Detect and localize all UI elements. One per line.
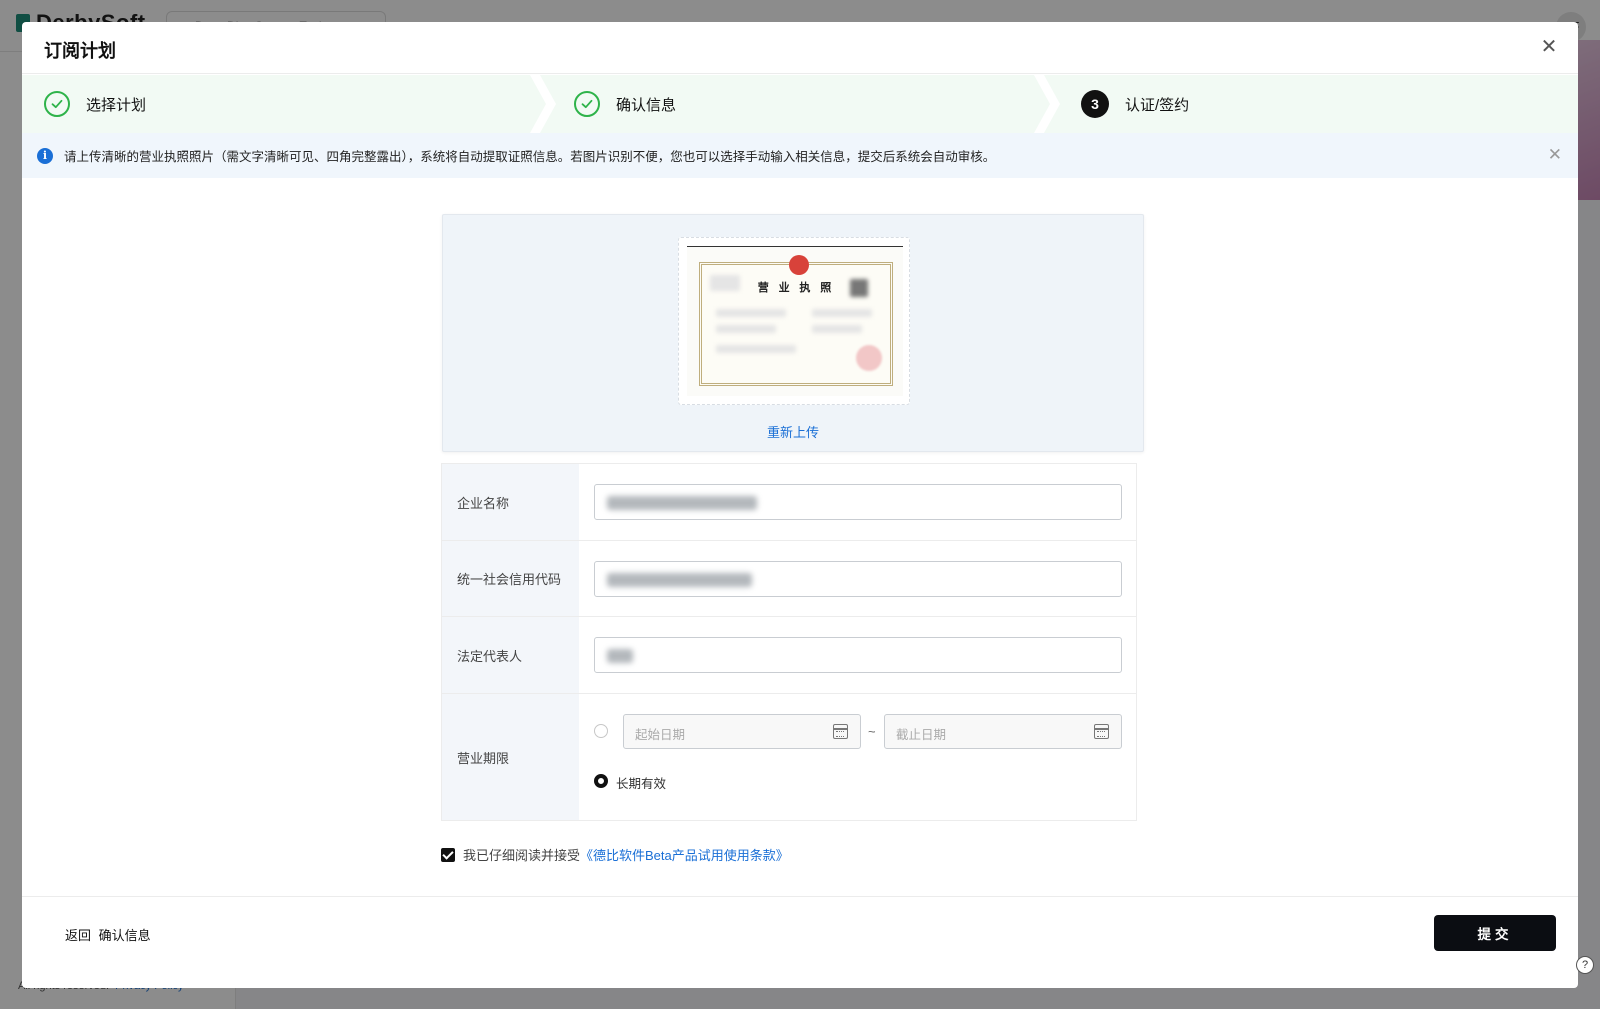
close-icon[interactable]: ✕ [1538,36,1560,58]
back-label: 返回 [65,928,92,943]
step-indicator: 选择计划 确认信息 3 认证/签约 [22,75,1578,133]
field-label: 营业期限 [442,694,579,820]
step-label: 认证/签约 [1125,96,1190,114]
license-info-form: 企业名称 统一社会信用代码 法定代表人 营业期限 起始日期 ~ 截止日期 长期有… [441,463,1137,821]
back-target-label: 确认信息 [98,928,151,943]
long-term-label[interactable]: 长期有效 [616,773,666,792]
emblem-icon [789,255,809,275]
calendar-icon[interactable] [833,724,848,739]
step-label: 确认信息 [616,96,677,114]
help-icon[interactable]: ? [1576,956,1594,974]
modal-header: 订阅计划 ✕ [22,22,1578,74]
info-icon: i [37,147,53,164]
agreement-checkbox[interactable] [441,847,455,862]
redacted-value [607,573,752,587]
legal-rep-input[interactable] [594,637,1122,673]
form-row-credit-code: 统一社会信用代码 [442,541,1136,617]
start-date-placeholder: 起始日期 [635,728,686,742]
modal-title: 订阅计划 [44,41,116,61]
step-label: 选择计划 [86,96,147,114]
step-confirm-info: 确认信息 [574,75,676,133]
step-separator [530,75,556,133]
field-label: 企业名称 [442,464,579,540]
close-icon[interactable]: ✕ [1548,145,1562,165]
reupload-link[interactable]: 重新上传 [443,422,1143,441]
seal-stamp [856,345,882,371]
license-thumbnail[interactable]: 营 业 执 照 [678,237,910,405]
start-date-input[interactable]: 起始日期 [623,714,861,749]
step-verify-sign: 3 认证/签约 [1081,75,1189,133]
info-banner: i 请上传清晰的营业执照照片（需文字清晰可见、四角完整露出），系统将自动提取证照… [22,133,1578,178]
calendar-icon[interactable] [1094,724,1109,739]
submit-button[interactable]: 提交 [1434,915,1556,951]
step-separator [1034,75,1060,133]
redacted-value [607,649,633,663]
back-button[interactable]: 返回 确认信息 [65,925,151,944]
agreement-text: 我已仔细阅读并接受 [463,848,581,863]
end-date-input[interactable]: 截止日期 [884,714,1122,749]
terms-link[interactable]: 《德比软件Beta产品试用使用条款》 [580,845,789,864]
form-row-company-name: 企业名称 [442,464,1136,541]
business-license-image: 营 业 执 照 [687,246,903,396]
step-select-plan: 选择计划 [44,75,146,133]
end-date-placeholder: 截止日期 [896,728,947,742]
info-text: 请上传清晰的营业执照照片（需文字清晰可见、四角完整露出），系统将自动提取证照信息… [64,150,996,164]
license-upload-card: 营 业 执 照 重新上传 [442,214,1144,452]
agreement-row: 我已仔细阅读并接受 《德比软件Beta产品试用使用条款》 [441,845,789,864]
modal-footer: 返回 确认信息 提交 [22,896,1578,988]
long-term-radio[interactable] [594,774,608,788]
check-circle-icon [574,91,600,117]
subscription-modal: 订阅计划 ✕ 选择计划 确认信息 3 认证/签约 i 请上传清晰的营业执照照片（… [22,22,1578,988]
check-circle-icon [44,91,70,117]
date-separator: ~ [868,724,876,739]
form-row-business-term: 营业期限 起始日期 ~ 截止日期 长期有效 [442,694,1136,820]
field-label: 法定代表人 [442,617,579,693]
company-name-input[interactable] [594,484,1122,520]
field-label: 统一社会信用代码 [442,541,579,616]
date-range-radio[interactable] [594,724,608,738]
credit-code-input[interactable] [594,561,1122,597]
redacted-value [607,496,757,510]
step-number-badge: 3 [1081,90,1109,118]
form-row-legal-rep: 法定代表人 [442,617,1136,694]
